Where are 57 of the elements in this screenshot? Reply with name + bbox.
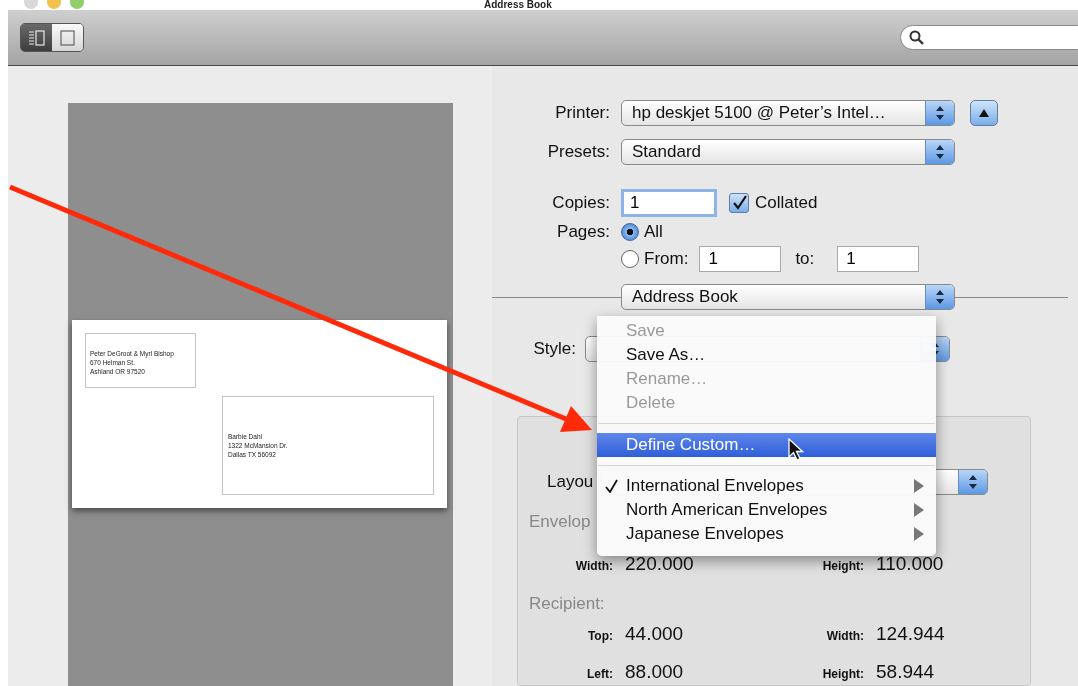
section-heading: Recipient:	[529, 594, 606, 614]
radio-button[interactable]	[621, 223, 639, 241]
field-label: to:	[795, 249, 815, 269]
stepper-arrows-icon	[968, 474, 978, 490]
mouse-pointer-icon	[788, 438, 804, 462]
section-heading: Envelop	[529, 512, 592, 532]
field-label: Left:	[586, 667, 613, 681]
stepper-arrows-icon	[935, 105, 945, 121]
stepper-arrows-icon	[935, 144, 945, 160]
checkmark-icon	[731, 195, 747, 211]
menu-item[interactable]: North American Envelopes	[597, 498, 936, 522]
copies-field[interactable]: 1	[621, 189, 717, 217]
field-label: Top:	[586, 629, 613, 643]
checkmark-icon	[605, 479, 618, 493]
collapse-button[interactable]	[970, 100, 998, 126]
menu-item[interactable]: Define Custom…	[597, 433, 936, 457]
field-label: Width:	[574, 559, 613, 573]
window-title: Address Book	[484, 0, 552, 10]
field-value: 58.944	[876, 661, 936, 683]
to-page-field[interactable]: 1	[837, 246, 920, 272]
field-value: 88.000	[625, 661, 685, 683]
field-label: Presets:	[546, 142, 610, 162]
radio-label: All	[644, 222, 663, 242]
list-and-card-icon	[28, 29, 45, 46]
field-label: Width:	[825, 629, 864, 643]
card-icon	[59, 29, 76, 46]
radio-button[interactable]	[621, 250, 639, 268]
checkbox[interactable]	[729, 193, 749, 213]
submenu-arrow-icon	[914, 527, 924, 541]
field-label: Height:	[821, 559, 864, 573]
presets-popup[interactable]: Standard	[621, 139, 955, 165]
menu-item[interactable]: International Envelopes	[597, 474, 936, 498]
field-value: 44.000	[625, 623, 685, 645]
view-button[interactable]	[52, 24, 83, 51]
submenu-arrow-icon	[914, 479, 924, 493]
field-value: 124.944	[876, 623, 946, 645]
field-value: 110.000	[876, 553, 945, 575]
from-page-field[interactable]: 1	[699, 246, 782, 272]
submenu-arrow-icon	[914, 503, 924, 517]
field-value: 220.000	[625, 553, 695, 575]
view-button[interactable]	[21, 24, 52, 51]
stepper-arrows-icon	[935, 289, 945, 305]
field-label: Height:	[821, 667, 864, 681]
radio-label: From:	[644, 249, 689, 269]
pane-popup[interactable]: Address Book	[621, 284, 955, 310]
checkbox-label: Collated	[755, 193, 818, 213]
menu-item[interactable]: Japanese Envelopes	[597, 522, 936, 546]
up-triangle-icon	[979, 109, 989, 117]
field-label: Layou	[547, 472, 594, 492]
field-label: Printer:	[554, 103, 610, 123]
search-field[interactable]	[900, 25, 1078, 50]
search-icon	[909, 29, 925, 46]
field-label: Pages:	[556, 222, 610, 242]
field-label: Style:	[532, 339, 576, 359]
printer-popup[interactable]: hp deskjet 5100 @ Peter’s Intel…	[621, 100, 955, 126]
field-label: Copies:	[551, 193, 610, 213]
menu-item[interactable]: Save As…	[597, 343, 936, 367]
